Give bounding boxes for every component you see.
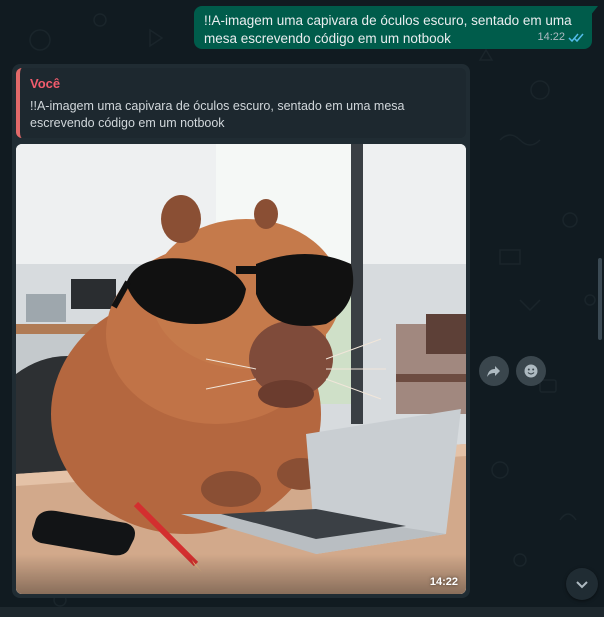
incoming-message-bubble[interactable]: Você !!A-imagem uma capivara de óculos e…: [12, 64, 470, 598]
outgoing-message-bubble[interactable]: !!A-imagem uma capivara de óculos escuro…: [194, 6, 592, 49]
scroll-down-button[interactable]: [566, 568, 598, 600]
emoji-icon: [524, 364, 538, 378]
image-time: 14:22: [429, 576, 458, 588]
forward-icon: [487, 366, 500, 377]
quote-author: Você: [30, 76, 61, 91]
quote-text: !!A-imagem uma capivara de óculos escuro…: [30, 99, 405, 130]
outgoing-message-time: 14:22: [537, 31, 565, 43]
outgoing-bubble-tail: [590, 6, 598, 16]
double-check-icon: [568, 33, 584, 42]
quoted-message[interactable]: Você !!A-imagem uma capivara de óculos e…: [16, 68, 466, 138]
chevron-down-icon: [576, 581, 588, 589]
composer-edge: [0, 607, 604, 617]
react-button[interactable]: [516, 356, 546, 386]
capybara-image: [16, 144, 466, 594]
chat-scrollbar[interactable]: [598, 258, 602, 340]
forward-button[interactable]: [479, 356, 509, 386]
generated-image[interactable]: 14:22: [16, 144, 466, 594]
outgoing-message-meta: 14:22: [537, 28, 584, 46]
outgoing-message-text: !!A-imagem uma capivara de óculos escuro…: [204, 13, 572, 46]
image-time-shade: [16, 554, 466, 594]
